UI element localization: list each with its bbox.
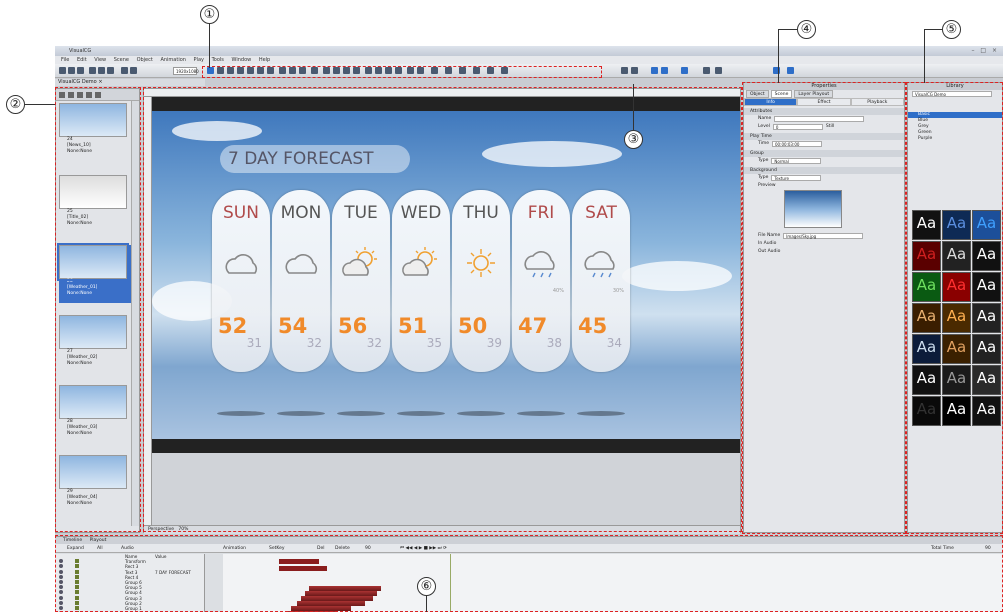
- callout-line: [778, 29, 797, 30]
- menu-bar: File Edit View Scene Object Animation Pl…: [55, 56, 1003, 64]
- title-bar: VisualCG – □ ×: [55, 46, 1003, 56]
- guide-icon[interactable]: [681, 67, 688, 74]
- paste-icon[interactable]: [107, 67, 114, 74]
- highlight-toolbar: [202, 66, 602, 78]
- app-title: VisualCG: [69, 48, 92, 54]
- callout-line: [633, 84, 634, 130]
- menu-view[interactable]: View: [94, 56, 106, 64]
- callout-6: ⑥: [417, 577, 436, 596]
- cut-icon[interactable]: [89, 67, 96, 74]
- layout-icon[interactable]: [787, 67, 794, 74]
- copy-icon[interactable]: [98, 67, 105, 74]
- menu-tools[interactable]: Tools: [212, 56, 224, 64]
- callout-2: ②: [6, 95, 25, 114]
- menu-play[interactable]: Play: [194, 56, 204, 64]
- callout-4: ④: [797, 20, 816, 39]
- safe-area-icon[interactable]: [651, 67, 658, 74]
- output-icon[interactable]: [715, 67, 722, 74]
- document-tab-label: VisualCG Demo ×: [58, 79, 103, 85]
- resolution-field[interactable]: 1920x1080: [173, 67, 199, 75]
- highlight-canvas: [143, 87, 742, 532]
- undo-icon[interactable]: [121, 67, 128, 74]
- highlight-properties: [742, 82, 906, 534]
- new-icon[interactable]: [59, 67, 66, 74]
- window-controls[interactable]: – □ ×: [971, 47, 999, 54]
- callout-line: [426, 596, 427, 612]
- menu-edit[interactable]: Edit: [77, 56, 87, 64]
- callout-line: [209, 24, 210, 68]
- menu-animation[interactable]: Animation: [160, 56, 186, 64]
- preview-icon[interactable]: [703, 67, 710, 74]
- grid-icon[interactable]: [631, 67, 638, 74]
- open-icon[interactable]: [68, 67, 75, 74]
- view-icon[interactable]: [621, 67, 628, 74]
- callout-5: ⑤: [942, 20, 961, 39]
- highlight-timeline: [55, 535, 1003, 612]
- menu-window[interactable]: Window: [232, 56, 252, 64]
- callout-1: ①: [200, 5, 219, 24]
- snap-icon[interactable]: [661, 67, 668, 74]
- callout-line: [924, 29, 942, 30]
- menu-help[interactable]: Help: [259, 56, 270, 64]
- save-icon[interactable]: [77, 67, 84, 74]
- callout-line: [25, 104, 55, 105]
- callout-3: ③: [624, 130, 643, 149]
- menu-file[interactable]: File: [61, 56, 69, 64]
- menu-object[interactable]: Object: [137, 56, 153, 64]
- menu-scene[interactable]: Scene: [114, 56, 129, 64]
- document-tab[interactable]: VisualCG Demo ×: [55, 79, 205, 86]
- highlight-thumbnails: [55, 87, 141, 532]
- highlight-library: [906, 82, 1003, 534]
- redo-icon[interactable]: [130, 67, 137, 74]
- callout-line: [778, 29, 779, 83]
- callout-line: [924, 29, 925, 83]
